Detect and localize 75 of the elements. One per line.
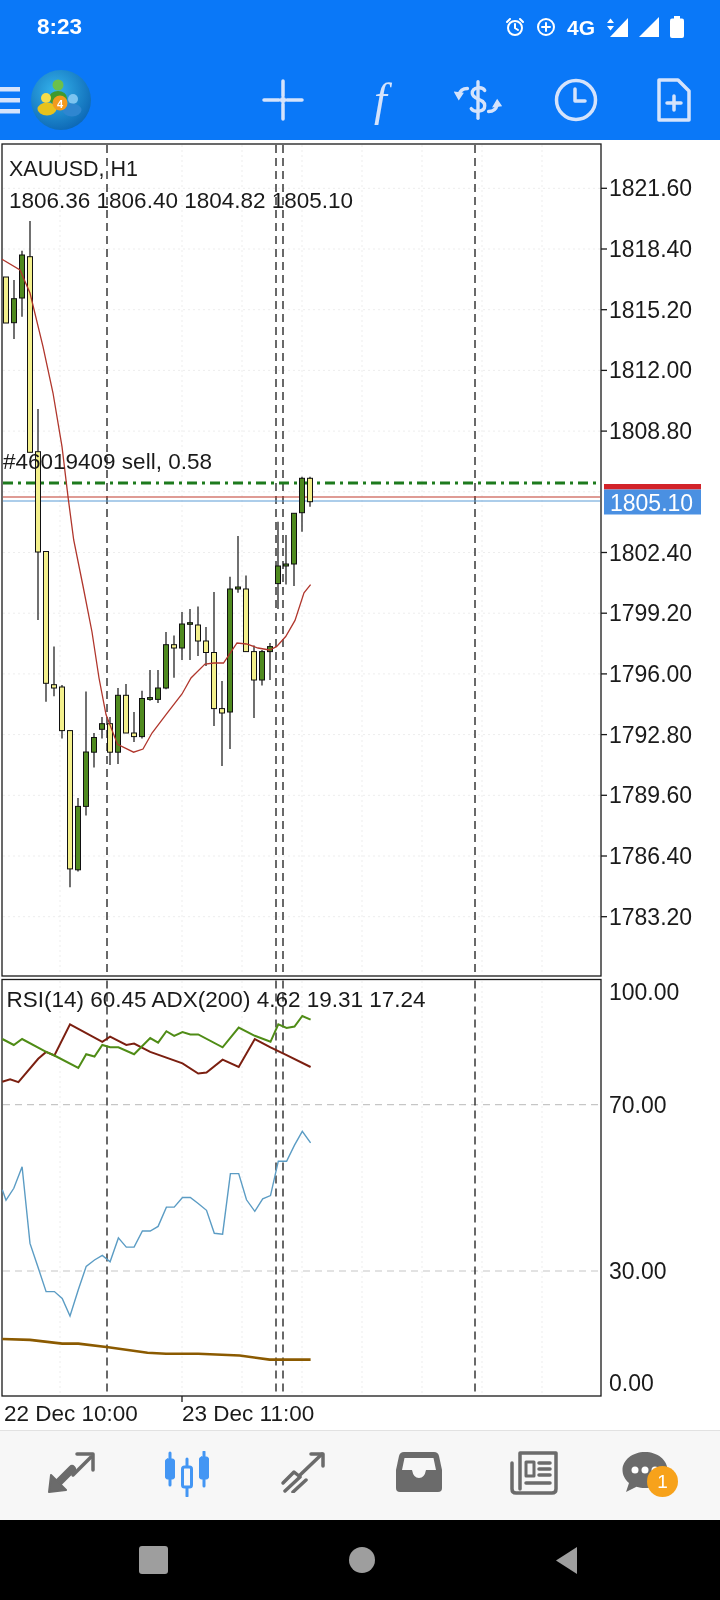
- price-label: 1802.40: [609, 539, 693, 566]
- menu-icon: [0, 86, 20, 114]
- price-label: 1789.60: [609, 782, 693, 809]
- time-label: 22 Dec 10:00: [4, 1400, 138, 1426]
- battery-icon: [670, 16, 684, 38]
- time-label: 23 Dec 11:00: [182, 1400, 315, 1426]
- candlestick: [11, 279, 17, 340]
- candlestick: [195, 606, 201, 657]
- candlestick: [267, 642, 273, 681]
- status-time: 8:23: [37, 15, 83, 39]
- price-label: 1821.60: [609, 175, 693, 202]
- candlestick: [235, 535, 241, 594]
- notification-badge: 1: [647, 1465, 679, 1497]
- candlestick: [283, 534, 289, 586]
- candlestick: [51, 646, 57, 697]
- candlestick: [59, 684, 65, 739]
- chart-tab[interactable]: [163, 1450, 212, 1499]
- candlestick: [155, 669, 161, 704]
- crosshair-icon: [262, 79, 304, 121]
- document-plus-icon: [655, 78, 691, 122]
- candlestick: [163, 631, 169, 690]
- price-label: 1808.80: [609, 418, 693, 445]
- level-label: 100.00: [609, 979, 680, 1005]
- candlestick: [19, 250, 25, 318]
- candlestick: [123, 683, 129, 734]
- candlestick: [139, 690, 145, 739]
- price-label: 1786.40: [609, 843, 693, 869]
- clock-icon: [553, 78, 598, 122]
- inbox-tray-icon: [395, 1450, 442, 1493]
- signal-arrows-icon: [606, 17, 628, 37]
- level-label: 30.00: [609, 1258, 667, 1284]
- circle-plus-icon: [536, 17, 556, 37]
- candlestick: [171, 634, 177, 679]
- level-label: 70.00: [609, 1091, 667, 1118]
- app-logo-drawing: [31, 70, 91, 130]
- menu-button[interactable]: [0, 86, 20, 114]
- network-type-label: 4G: [567, 16, 595, 38]
- trend-arrow-icon: [280, 1450, 327, 1493]
- dollar-arrows-icon: [454, 79, 502, 121]
- candlestick: [3, 276, 9, 324]
- indicator-values: RSI(14) 60.45 ADX(200) 4.62 19.31 17.24: [6, 986, 426, 1012]
- price-label: 1792.80: [609, 721, 693, 748]
- newspaper-icon: [510, 1450, 559, 1495]
- candlestick: [259, 649, 265, 687]
- candlestick: [107, 716, 113, 766]
- back-icon: [556, 1546, 577, 1574]
- candlestick: [299, 476, 305, 533]
- candlestick-icon: [163, 1450, 212, 1497]
- alarm-icon: [505, 17, 525, 37]
- double-arrow-icon: [47, 1450, 96, 1493]
- candlestick: [131, 711, 137, 743]
- candlestick: [179, 611, 185, 661]
- back-button[interactable]: [556, 1546, 577, 1574]
- price-label: 1815.20: [609, 296, 693, 323]
- price-label: 1783.20: [609, 903, 693, 930]
- candlestick: [187, 608, 193, 661]
- candlestick: [91, 732, 97, 768]
- function-button[interactable]: f: [356, 76, 405, 124]
- ohlc-values: 1806.36 1806.40 1804.82 1805.10: [9, 187, 354, 213]
- price-label: 1818.40: [609, 236, 693, 262]
- chat-tab[interactable]: 1: [622, 1450, 679, 1499]
- current-price-tag: 1805.10: [604, 489, 701, 516]
- symbol-timeframe: XAUUSD, H1: [9, 157, 139, 181]
- price-label: 1812.00: [609, 357, 693, 384]
- signal-icon: [639, 17, 659, 37]
- price-label: 1799.20: [609, 600, 693, 627]
- logo-number: 4: [56, 97, 64, 110]
- level-label: 0.00: [609, 1369, 654, 1396]
- home-button[interactable]: [349, 1547, 375, 1573]
- candlestick: [99, 716, 105, 739]
- candlestick: [147, 669, 153, 702]
- price-label: 1796.00: [609, 660, 693, 687]
- crosshair-button[interactable]: [259, 76, 307, 124]
- candlestick: [203, 626, 209, 667]
- candlestick: [307, 476, 313, 508]
